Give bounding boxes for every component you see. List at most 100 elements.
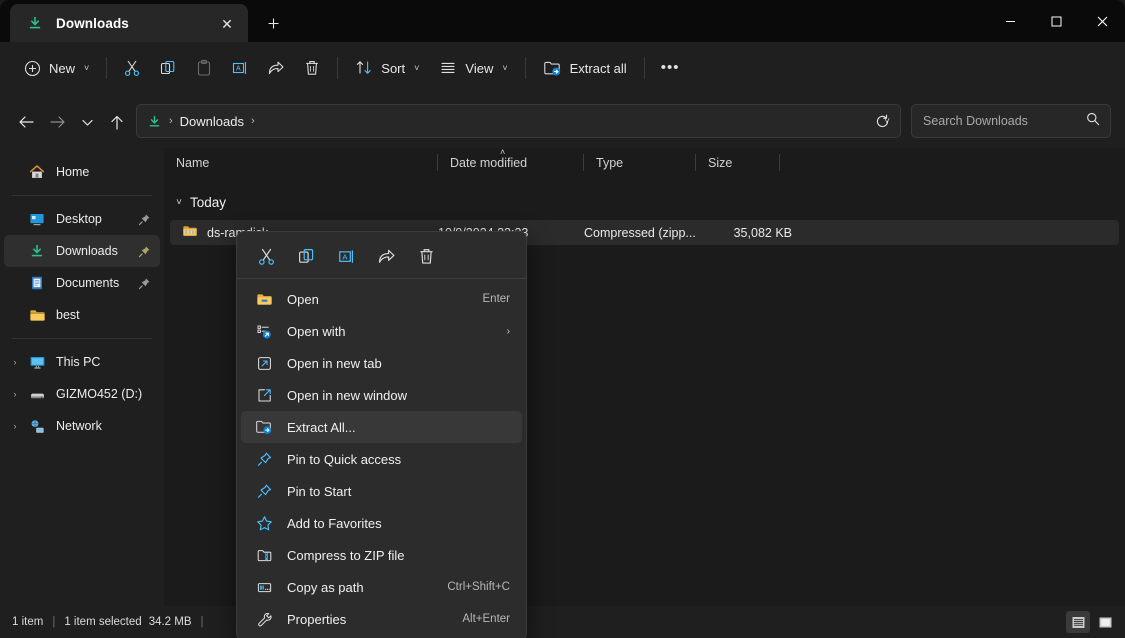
column-header-name[interactable]: Name [164,148,438,177]
forward-button[interactable] [42,107,72,137]
context-menu-item-open-in-new-window[interactable]: Open in new window [241,379,522,411]
details-view-button[interactable] [1066,611,1090,633]
star-icon [249,515,279,532]
sidebar-item-network[interactable]: › Network [4,410,160,442]
home-icon [26,164,48,180]
title-bar: Downloads ✕ [0,0,1125,42]
refresh-button[interactable] [866,105,898,137]
context-menu-item-open-with[interactable]: Open with › [241,315,522,347]
share-button[interactable] [258,51,294,85]
sort-button-label: Sort [381,60,406,76]
maximize-button[interactable] [1033,0,1079,42]
tab-close-icon[interactable]: ✕ [216,13,238,35]
more-options-button[interactable]: ••• [652,51,689,85]
copy-button[interactable] [150,51,186,85]
svg-text:A: A [236,66,241,73]
sidebar-expander-icon[interactable]: › [4,389,26,399]
back-arrow-icon [18,116,34,128]
cut-icon[interactable] [249,241,283,273]
cut-icon [125,60,140,76]
close-button[interactable] [1079,0,1125,42]
context-menu-item-accelerator: Ctrl+Shift+C [447,581,510,593]
toolbar-divider-4 [643,57,645,79]
search-box[interactable]: Search Downloads [911,104,1111,138]
context-menu-item-accelerator: Alt+Enter [462,613,510,625]
minimize-button[interactable] [987,0,1033,42]
column-divider[interactable] [779,154,780,171]
copy-icon[interactable] [289,241,323,273]
ellipsis-icon: ••• [660,59,680,76]
rename-icon[interactable]: A [329,241,363,273]
rename-icon: A [233,62,247,74]
view-button[interactable]: View ˅ [429,51,517,85]
minimize-icon [1005,20,1015,22]
group-header-today[interactable]: ˅ Today [164,188,1125,216]
search-input[interactable]: Search Downloads [923,114,1028,128]
context-menu-item-open-in-new-tab[interactable]: Open in new tab [241,347,522,379]
column-header-date-modified[interactable]: Date modified ˄ [438,147,584,177]
selection-count: 1 item selected [64,616,142,628]
breadcrumb-separator-2[interactable]: › [251,115,255,127]
extract-all-icon [543,61,560,76]
sidebar-item-label: Downloads [56,244,118,258]
column-headers: Name Date modified ˄ Type Size [164,147,1125,177]
context-menu-item-pin-to-start[interactable]: Pin to Start [241,475,522,507]
sidebar-item-gizmo452-d[interactable]: › GIZMO452 (D:) [4,378,160,410]
column-header-type[interactable]: Type [584,148,696,177]
drive-icon [26,386,48,403]
sidebar-expander-icon[interactable]: › [4,421,26,431]
sidebar-expander-icon[interactable]: › [4,357,26,367]
sidebar-item-this-pc[interactable]: › This PC [4,346,160,378]
context-menu-item-label: Compress to ZIP file [287,547,405,563]
downloads-arrow-icon [26,14,44,32]
sidebar-item-desktop[interactable]: Desktop [4,203,160,235]
chevron-down-icon[interactable]: ˅ [170,197,188,208]
sidebar-item-label: Desktop [56,212,102,226]
context-menu-item-compress-to-zip[interactable]: Compress to ZIP file [241,539,522,571]
pin-icon[interactable] [138,277,151,290]
column-header-size[interactable]: Size [696,148,780,177]
sidebar-item-downloads[interactable]: Downloads [4,235,160,267]
pin-icon[interactable] [138,213,151,226]
back-button[interactable] [11,107,41,137]
breadcrumb-downloads[interactable]: Downloads [180,114,244,129]
tab-downloads[interactable]: Downloads ✕ [10,4,248,42]
documents-icon [26,275,48,291]
address-bar[interactable]: › Downloads › ˅ [136,104,901,138]
context-menu-item-pin-to-quick-access[interactable]: Pin to Quick access [241,443,522,475]
extract-all-button[interactable]: Extract all [533,51,637,85]
new-tab-button[interactable] [259,10,287,36]
recent-locations-button[interactable] [72,107,102,137]
column-label: Name [176,155,210,170]
sidebar-item-best[interactable]: best [4,299,160,331]
context-menu-item-extract-all[interactable]: Extract All... [241,411,522,443]
chevron-down-icon: ˅ [84,63,90,73]
rename-button[interactable]: A [222,51,258,85]
context-menu-item-label: Open with [287,323,346,339]
context-menu-item-properties[interactable]: Properties Alt+Enter [241,603,522,635]
command-bar: New ˅ A Sort ˅ View ˅ Extract all ••• [0,42,1125,94]
forward-arrow-icon [49,116,65,128]
context-menu-item-open[interactable]: Open Enter [241,283,522,315]
context-menu-item-copy-as-path[interactable]: Copy as path Ctrl+Shift+C [241,571,522,603]
sidebar-item-label: Home [56,165,90,179]
network-icon [26,418,48,435]
delete-icon[interactable] [409,241,443,273]
new-button[interactable]: New ˅ [14,51,99,85]
details-view-icon [1072,616,1084,628]
sidebar-item-home[interactable]: Home [4,156,160,188]
context-menu-item-add-to-favorites[interactable]: Add to Favorites [241,507,522,539]
sort-button[interactable]: Sort ˅ [345,51,429,85]
pin-icon[interactable] [138,245,151,258]
delete-button[interactable] [294,51,330,85]
share-icon[interactable] [369,241,403,273]
paste-button[interactable] [186,51,222,85]
sidebar-item-label: GIZMO452 (D:) [56,387,143,401]
item-count: 1 item [12,616,44,628]
large-icons-view-button[interactable] [1093,611,1117,633]
up-button[interactable] [102,107,132,137]
compress-zip-icon [249,547,279,564]
sidebar-item-documents[interactable]: Documents [4,267,160,299]
folder-icon [26,307,48,324]
cut-button[interactable] [114,51,150,85]
